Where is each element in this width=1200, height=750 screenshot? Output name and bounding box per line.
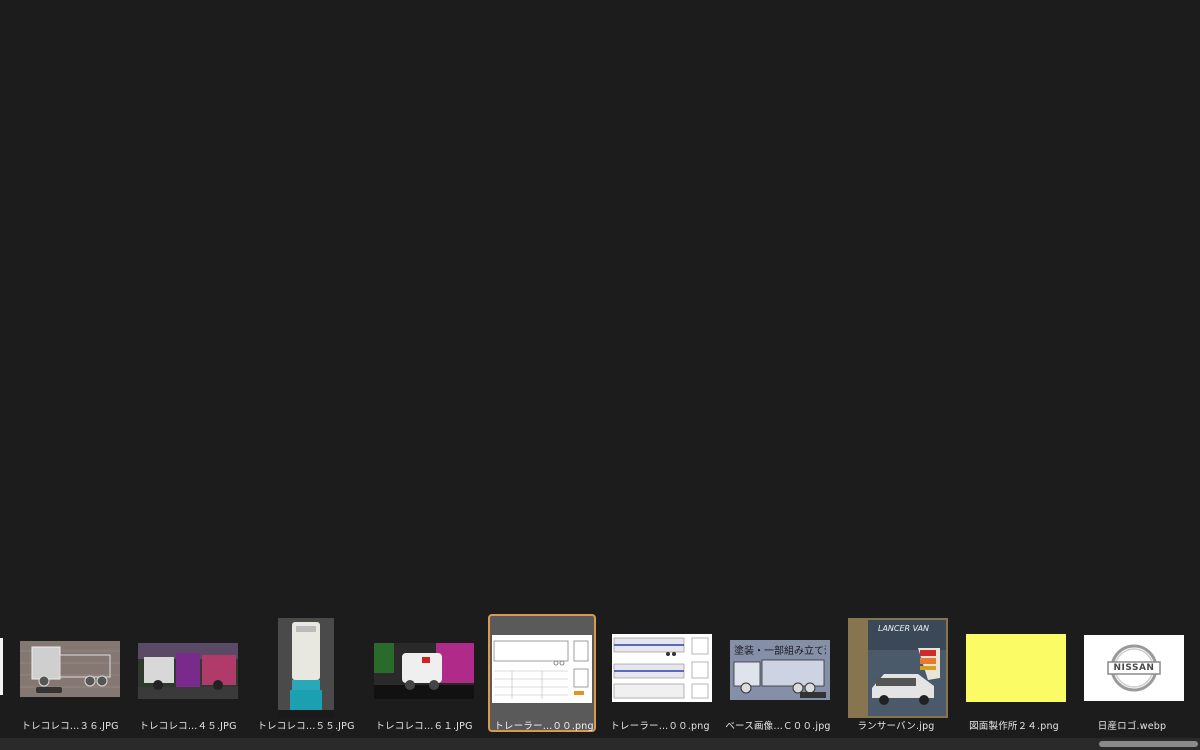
thumbnail-filmstrip[interactable]: トレコレコ…３６.JPG トレコレコ…４５.JPG トレコレコ…５５.JPG ト… (0, 612, 1200, 738)
thumbnail-image (138, 643, 238, 699)
thumbnail-label: トレーラー…００.png (494, 721, 594, 732)
horizontal-scrollbar[interactable] (0, 738, 1200, 750)
thumbnail-item-selected[interactable]: トレーラー…００.png (488, 614, 596, 732)
thumbnail-image: LANCER VAN (848, 618, 948, 718)
scrollbar-thumb[interactable] (1099, 741, 1198, 747)
thumbnail-label: ベース画像…Ｃ００.jpg (725, 721, 831, 732)
thumbnail-image (374, 643, 474, 699)
thumbnail-label: 日産ロゴ.webp (1097, 721, 1167, 732)
thumbnail-caption: 塗装・一部組み立て済 (734, 646, 826, 657)
thumbnail-item[interactable]: 塗装・一部組み立て済 ベース画像…Ｃ００.jpg (724, 614, 832, 732)
thumbnail-image (612, 634, 712, 702)
thumbnail-caption: LANCER VAN (878, 624, 930, 633)
thumbnail-item[interactable]: トレコレコ…５５.JPG (252, 614, 360, 732)
thumbnail-label: トレコレコ…６１.JPG (375, 721, 473, 732)
thumbnail-image (20, 641, 120, 697)
thumbnail-label: 図面製作所２４.png (969, 721, 1059, 732)
thumbnail-label: トレーラー…００.png (610, 721, 710, 732)
thumbnail-item[interactable]: トレーラー…００.png (606, 614, 714, 732)
thumbnail-label: トレコレコ…３６.JPG (21, 721, 119, 732)
thumbnail-item[interactable]: トレコレコ…３６.JPG (16, 614, 124, 732)
thumbnail-label: ランサーバン.jpg (857, 721, 935, 732)
thumbnail-item[interactable]: トレコレコ…４５.JPG (134, 614, 242, 732)
thumbnail-image (966, 634, 1066, 702)
thumbnail-image: NISSAN (1084, 635, 1184, 701)
partial-thumbnail[interactable] (0, 638, 3, 695)
logo-text: NISSAN (1113, 663, 1155, 673)
thumbnail-item[interactable]: NISSAN 日産ロゴ.webp (1078, 614, 1186, 732)
thumbnail-image (492, 635, 592, 703)
thumbnail-label: トレコレコ…４５.JPG (139, 721, 237, 732)
image-preview-area (0, 0, 1200, 612)
thumbnail-item[interactable]: 図面製作所２４.png (960, 614, 1068, 732)
thumbnail-item[interactable]: LANCER VAN ランサーバン.jpg (842, 614, 950, 732)
thumbnail-item[interactable]: トレコレコ…６１.JPG (370, 614, 478, 732)
thumbnail-label: トレコレコ…５５.JPG (257, 721, 355, 732)
thumbnail-image: 塗装・一部組み立て済 (730, 640, 830, 700)
thumbnail-image (278, 618, 334, 718)
